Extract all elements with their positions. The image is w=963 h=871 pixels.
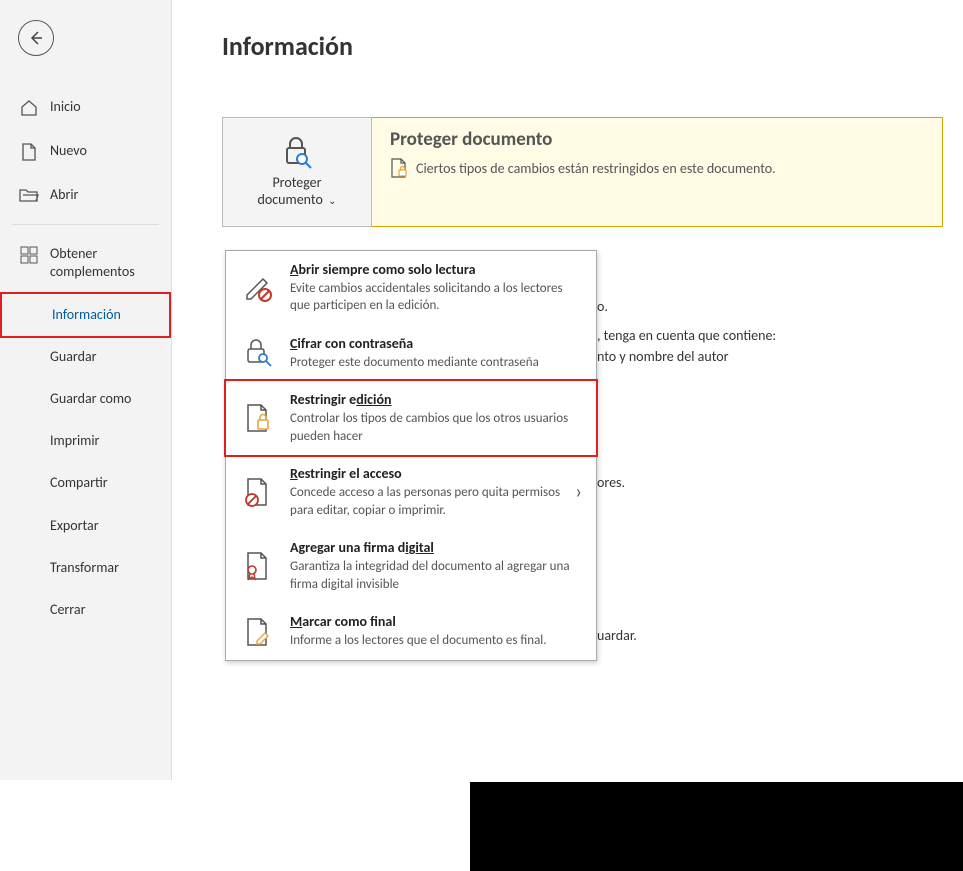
home-icon — [18, 98, 40, 118]
protect-message: Ciertos tipos de cambios están restringi… — [416, 160, 776, 177]
sidebar-item-label: Compartir — [50, 474, 108, 492]
document-blank-icon — [18, 142, 40, 162]
behind-text-fragment: uardar. — [597, 627, 637, 644]
sidebar-item-label: Inicio — [50, 98, 81, 116]
menu-item-desc: Controlar los tipos de cambios que los o… — [290, 410, 582, 445]
sidebar-item-label: Información — [52, 306, 121, 324]
menu-item-readonly[interactable]: Abrir siempre como solo lectura Evite ca… — [226, 251, 596, 325]
arrow-left-icon — [27, 29, 45, 47]
behind-text-fragment: nto y nombre del autor — [597, 348, 729, 365]
protect-document-menu: Abrir siempre como solo lectura Evite ca… — [225, 250, 597, 661]
lock-search-icon — [278, 135, 316, 169]
menu-item-restrict-access[interactable]: Restringir el acceso Concede acceso a la… — [226, 455, 596, 529]
document-lock-highlight-icon — [240, 400, 276, 436]
lock-key-icon — [240, 335, 276, 371]
menu-item-title: Cifrar con contraseña — [290, 335, 582, 354]
sidebar-item-label: Abrir — [50, 186, 78, 204]
menu-item-desc: Concede acceso a las personas pero quita… — [290, 484, 561, 519]
sidebar-item-transformar[interactable]: Transformar — [0, 547, 171, 589]
sidebar-item-label: Guardar como — [50, 390, 131, 408]
sidebar-item-label: Transformar — [50, 559, 119, 577]
menu-item-desc: Informe a los lectores que el documento … — [290, 632, 582, 650]
menu-item-desc: Evite cambios accidentales solicitando a… — [290, 280, 582, 315]
sidebar-separator — [12, 224, 159, 225]
chevron-right-icon: › — [575, 480, 582, 504]
protect-document-button[interactable]: Proteger documento ⌄ — [222, 117, 372, 227]
sidebar-item-compartir[interactable]: Compartir — [0, 462, 171, 504]
sidebar-item-guardar[interactable]: Guardar — [0, 336, 171, 378]
sidebar-item-label: Nuevo — [50, 142, 87, 160]
chevron-down-icon: ⌄ — [326, 194, 337, 207]
sidebar-item-exportar[interactable]: Exportar — [0, 505, 171, 547]
pencil-prohibit-icon — [240, 270, 276, 306]
behind-text-fragment: ores. — [597, 474, 625, 491]
sidebar-item-label: Imprimir — [50, 432, 99, 450]
document-prohibit-icon — [240, 474, 276, 510]
menu-item-digital-signature[interactable]: Agregar una firma digital Garantiza la i… — [226, 529, 596, 603]
behind-text-fragment: o. — [597, 298, 608, 315]
protect-btn-label-line2: documento — [258, 191, 323, 208]
protect-document-panel: Proteger documento ⌄ Proteger documento … — [222, 117, 943, 227]
sidebar-item-abrir[interactable]: Abrir — [0, 174, 171, 216]
menu-item-title: Restringir edición — [290, 391, 582, 410]
sidebar-item-obtener-complementos[interactable]: Obtener complementos — [0, 233, 171, 293]
page-title: Información — [222, 30, 943, 62]
menu-item-desc: Garantiza la integridad del documento al… — [290, 558, 582, 593]
folder-open-icon — [18, 186, 40, 204]
sidebar-item-label: Guardar — [50, 348, 97, 366]
protect-heading: Proteger documento — [390, 128, 924, 151]
back-button[interactable] — [18, 20, 54, 56]
menu-item-title: Abrir siempre como solo lectura — [290, 261, 582, 280]
redaction-block — [470, 782, 963, 871]
menu-item-mark-final[interactable]: Marcar como final Informe a los lectores… — [226, 603, 596, 659]
sidebar-item-label: Cerrar — [50, 601, 86, 619]
document-ribbon-icon — [240, 548, 276, 584]
sidebar-item-cerrar[interactable]: Cerrar — [0, 589, 171, 631]
document-lock-icon — [390, 157, 408, 179]
protect-btn-label-line1: Proteger — [272, 174, 321, 191]
sidebar-item-label: Exportar — [50, 517, 99, 535]
backstage-sidebar: Inicio Nuevo Abrir Obtener complementos … — [0, 0, 172, 780]
document-pencil-icon — [240, 614, 276, 650]
sidebar-item-informacion[interactable]: Información — [0, 292, 171, 338]
sidebar-item-imprimir[interactable]: Imprimir — [0, 420, 171, 462]
menu-item-desc: Proteger este documento mediante contras… — [290, 354, 582, 372]
menu-item-title: Agregar una firma digital — [290, 539, 582, 558]
menu-item-encrypt[interactable]: Cifrar con contraseña Proteger este docu… — [226, 325, 596, 381]
menu-item-title: Restringir el acceso — [290, 465, 561, 484]
addins-grid-icon — [18, 245, 40, 265]
sidebar-item-nuevo[interactable]: Nuevo — [0, 130, 171, 174]
sidebar-item-inicio[interactable]: Inicio — [0, 86, 171, 130]
sidebar-item-guardar-como[interactable]: Guardar como — [0, 378, 171, 420]
sidebar-item-label: Obtener complementos — [50, 245, 153, 281]
menu-item-title: Marcar como final — [290, 613, 582, 632]
behind-text-fragment: , tenga en cuenta que contiene: — [597, 327, 776, 344]
menu-item-restrict-editing[interactable]: Restringir edición Controlar los tipos d… — [224, 379, 598, 457]
